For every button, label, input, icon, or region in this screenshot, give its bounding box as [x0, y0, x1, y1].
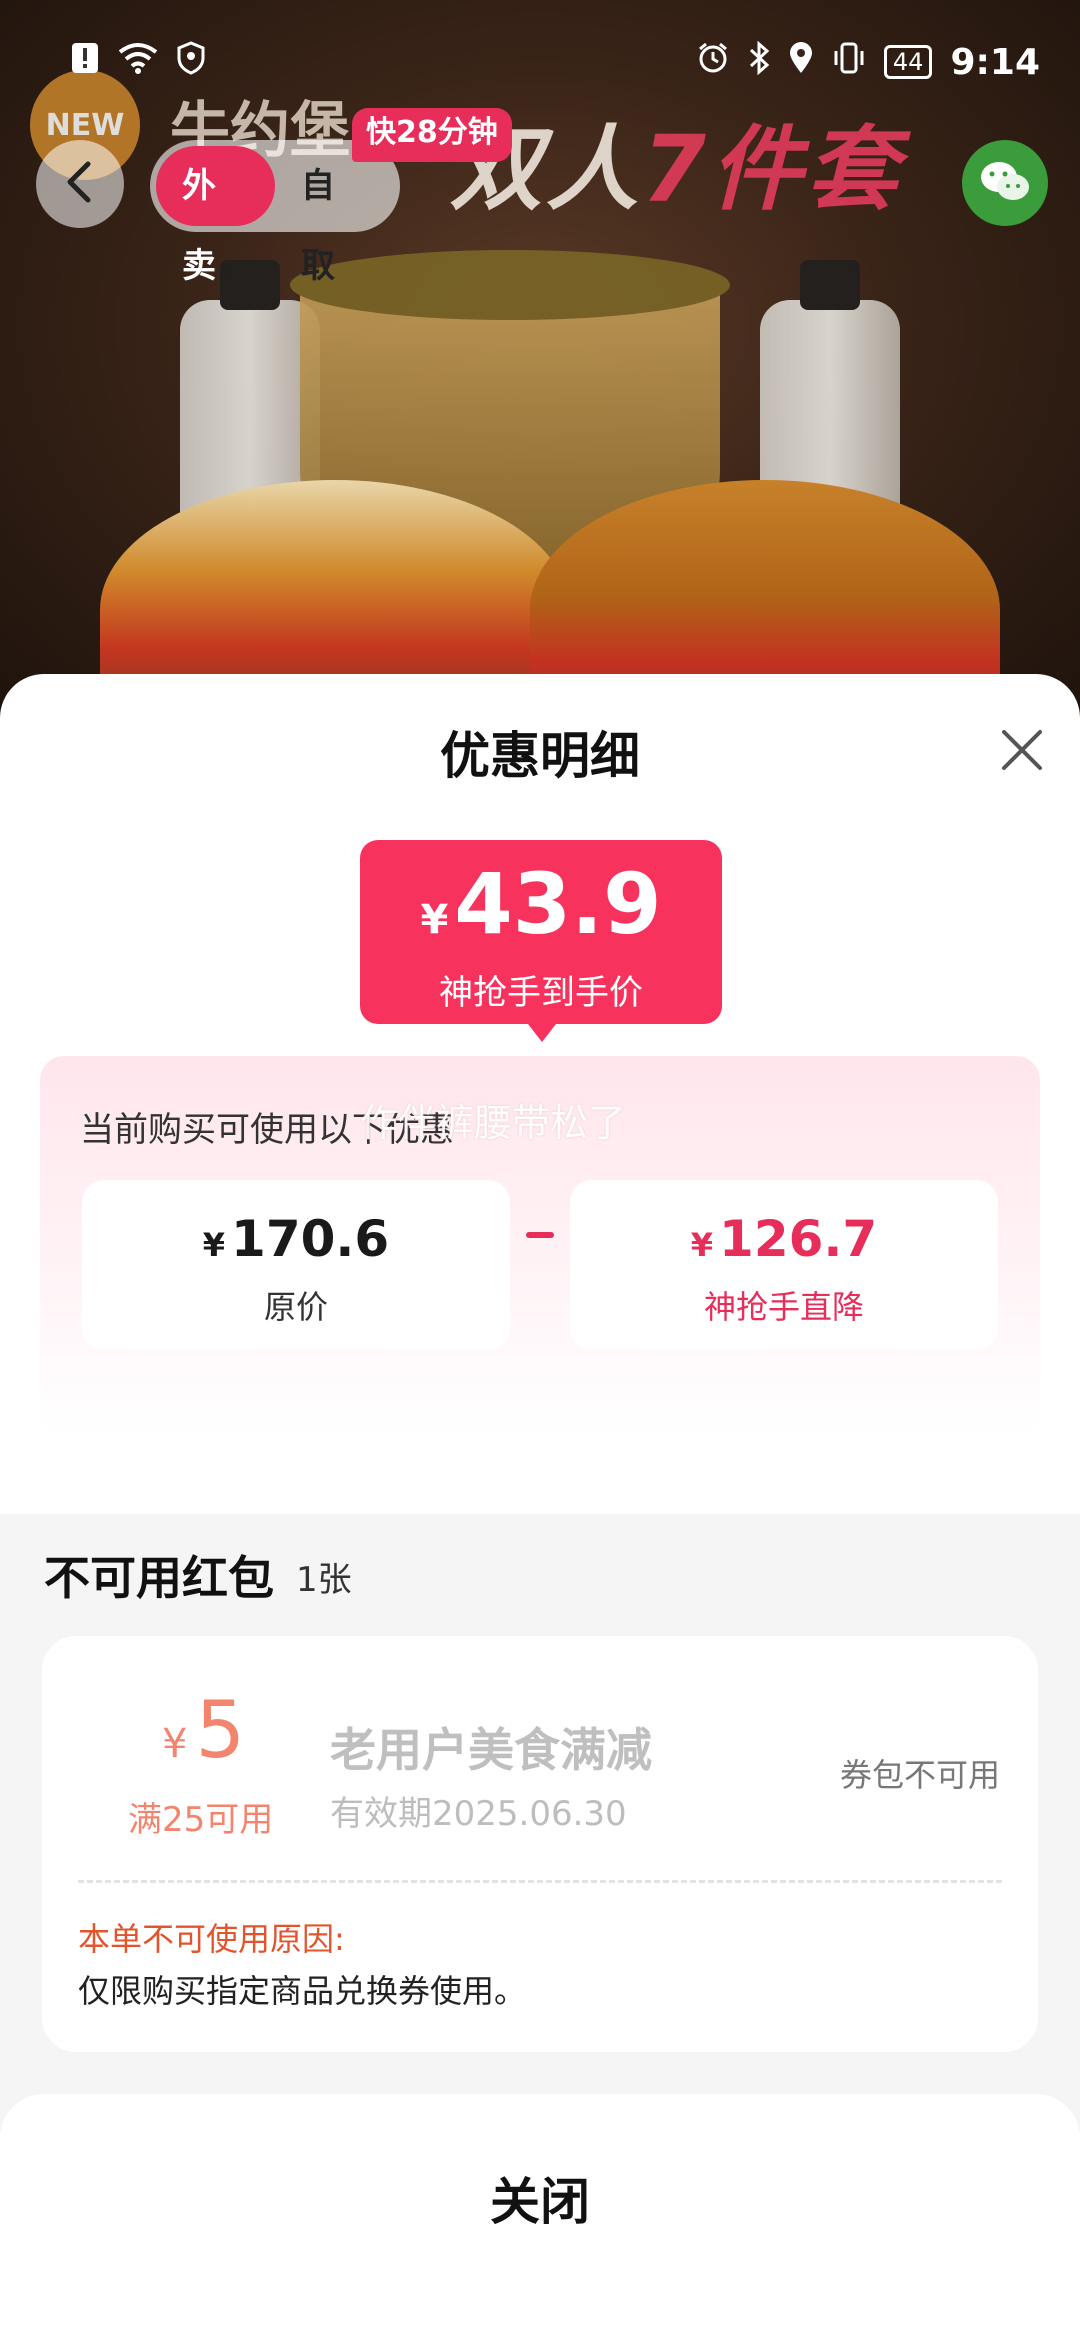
back-button[interactable]: [36, 140, 124, 228]
original-price-card: ¥170.6 原价: [82, 1180, 510, 1350]
coupon-reason: 仅限购买指定商品兑换券使用。: [78, 1972, 527, 2010]
coupon-name: 老用户美食满减: [330, 1723, 652, 1777]
final-price-currency: ¥: [420, 897, 449, 943]
status-time: 9:14: [950, 41, 1040, 83]
hero-banner-highlight: 7件套: [642, 116, 903, 223]
watermark: 作伴裤腰带松了: [360, 1101, 627, 1145]
shield-icon: [176, 40, 206, 84]
promo-area: 当前购买可使用以下优惠 作伴裤腰带松了 ¥170.6 原价 ¥126.7 神抢手…: [40, 1056, 1040, 1436]
discount-currency: ¥: [690, 1226, 714, 1264]
battery-indicator: 44: [883, 45, 933, 79]
coupon-amount: ¥5: [162, 1686, 245, 1776]
final-price-box: ¥43.9 神抢手到手价: [360, 840, 722, 1042]
close-icon: [994, 730, 1050, 782]
discount-value: ¥126.7: [570, 1210, 998, 1268]
original-price-currency: ¥: [202, 1226, 226, 1264]
final-price: ¥43.9: [360, 854, 722, 970]
close-button[interactable]: 关闭: [0, 2162, 1080, 2234]
footer-panel: 关闭: [0, 2094, 1080, 2340]
unavailable-count: 1张: [296, 1560, 352, 1600]
status-left: [70, 40, 206, 84]
alert-icon: [70, 41, 100, 84]
status-bar: 44 9:14: [0, 30, 1080, 94]
hero-banner: 双人7件套: [450, 95, 902, 228]
coupon-reason-title: 本单不可使用原因:: [78, 1920, 345, 1958]
eta-badge: 快28分钟: [352, 108, 512, 162]
original-price-amount: 170.6: [231, 1210, 390, 1268]
original-price: ¥170.6: [82, 1210, 510, 1268]
alarm-icon: [696, 41, 730, 84]
chevron-left-icon: [60, 160, 100, 208]
original-price-label: 原价: [263, 1288, 328, 1326]
sheet-title: 优惠明细: [440, 727, 640, 785]
coupon-condition: 满25可用: [128, 1800, 274, 1840]
location-icon: [788, 41, 814, 84]
discount-detail-sheet: 优惠明细 ¥43.9 神抢手到手价 当前购买可使用以下优惠 作伴裤腰带松了 ¥1…: [0, 674, 1080, 2094]
coupon-divider: [78, 1880, 1002, 1883]
bluetooth-icon: [748, 40, 770, 84]
final-price-amount: 43.9: [454, 855, 662, 953]
unavailable-title: 不可用红包: [44, 1551, 274, 1605]
vibrate-icon: [832, 41, 866, 84]
close-x-button[interactable]: [994, 722, 1050, 778]
wifi-icon: [118, 42, 158, 83]
final-price-label: 神抢手到手价: [439, 973, 643, 1013]
discount-label: 神抢手直降: [703, 1288, 864, 1326]
hero-image: NEW 牛约堡 双人7件套: [0, 0, 1080, 720]
footer-card: 关闭: [0, 2094, 1080, 2340]
brand-logo-text: NEW: [45, 107, 125, 143]
wechat-share-button[interactable]: [962, 140, 1048, 226]
coupon-expiry: 有效期2025.06.30: [330, 1794, 627, 1834]
discount-amount: 126.7: [719, 1210, 878, 1268]
wechat-icon: [977, 157, 1033, 209]
coupon-currency: ¥: [162, 1721, 188, 1767]
mode-delivery-tab[interactable]: 外卖: [156, 146, 275, 286]
status-right: 44 9:14: [696, 40, 1040, 84]
coupon-amount-value: 5: [195, 1686, 246, 1776]
coupon-status: 券包不可用: [839, 1756, 1000, 1794]
discount-card: ¥126.7 神抢手直降: [570, 1180, 998, 1350]
minus-sign: [526, 1232, 554, 1238]
coupon-card: ¥5 满25可用 老用户美食满减 有效期2025.06.30 券包不可用 本单不…: [42, 1636, 1038, 2052]
